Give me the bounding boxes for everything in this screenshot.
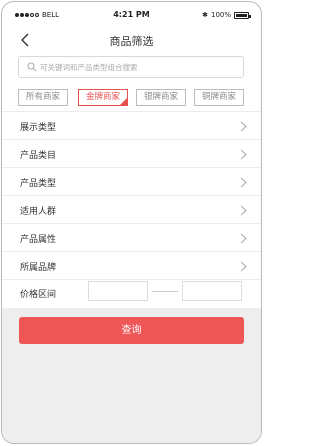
filter-label: 产品类目 — [20, 151, 57, 161]
filter-row-product-attributes[interactable]: 产品属性 — [2, 223, 261, 251]
bluetooth-icon: ✱ — [202, 11, 208, 19]
page-title: 商品筛选 — [109, 35, 154, 48]
search-placeholder: 可关键词和产品类型组合搜索 — [40, 63, 138, 72]
filter-label: 产品类型 — [20, 179, 57, 189]
chevron-right-icon — [240, 205, 247, 216]
chip-all-merchants[interactable]: 所有商家 — [18, 89, 68, 106]
chip-gold-merchants[interactable]: 金牌商家 — [78, 89, 128, 106]
chevron-right-icon — [240, 261, 247, 272]
filter-row-product-category[interactable]: 产品类目 — [2, 139, 261, 167]
filter-row-display-type[interactable]: 展示类型 — [2, 111, 261, 139]
battery-icon — [234, 11, 251, 19]
chip-bronze-merchants[interactable]: 铜牌商家 — [194, 89, 244, 106]
chip-silver-merchants[interactable]: 银牌商家 — [136, 89, 186, 106]
filter-label: 适用人群 — [20, 207, 57, 217]
search-input[interactable]: 可关键词和产品类型组合搜索 — [18, 56, 244, 78]
chip-label: 铜牌商家 — [201, 92, 236, 102]
chip-label: 所有商家 — [25, 92, 60, 102]
status-bar: BELL 4:21 PM ✱ 100% — [2, 8, 261, 22]
filter-row-product-type[interactable]: 产品类型 — [2, 167, 261, 195]
phone-frame: BELL 4:21 PM ✱ 100% 商品筛选 可关键词和产品类型组合搜索 所… — [1, 1, 262, 444]
nav-bar: 商品筛选 — [2, 28, 261, 52]
chevron-right-icon — [240, 149, 247, 160]
chevron-right-icon — [240, 121, 247, 132]
battery-percent: 100% — [210, 11, 231, 19]
price-range-label: 价格区间 — [20, 290, 57, 300]
filter-label: 产品属性 — [20, 235, 57, 245]
chip-label: 金牌商家 — [85, 92, 120, 102]
filter-row-target-audience[interactable]: 适用人群 — [2, 195, 261, 223]
filter-list: 展示类型 产品类目 产品类型 适用人群 产品属性 所属品牌 — [2, 111, 261, 279]
price-range-row: 价格区间 — [2, 279, 261, 308]
chevron-right-icon — [240, 233, 247, 244]
merchant-tier-chips: 所有商家 金牌商家 银牌商家 铜牌商家 — [18, 89, 246, 107]
chip-label: 银牌商家 — [143, 92, 178, 102]
filter-row-brand[interactable]: 所属品牌 — [2, 251, 261, 279]
query-button[interactable]: 查询 — [19, 317, 244, 344]
price-max-input[interactable] — [182, 281, 242, 301]
price-range-separator — [152, 291, 178, 292]
selected-corner-icon — [120, 98, 127, 105]
battery-status: ✱ 100% — [202, 11, 251, 19]
search-icon — [27, 62, 37, 72]
filter-label: 展示类型 — [20, 123, 57, 133]
price-min-input[interactable] — [88, 281, 148, 301]
filter-label: 所属品牌 — [20, 263, 57, 273]
chevron-right-icon — [240, 177, 247, 188]
